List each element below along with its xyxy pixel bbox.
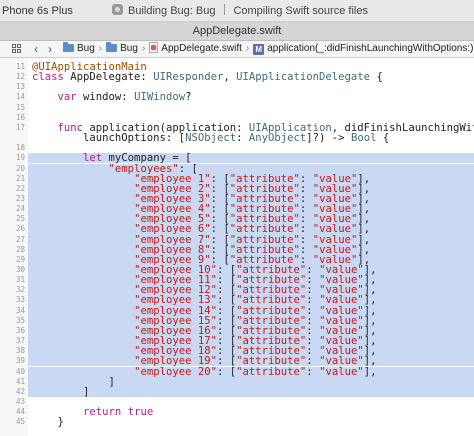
folder-icon	[63, 42, 74, 52]
chevron-right-icon: ›	[245, 43, 250, 54]
status-divider	[224, 4, 226, 15]
code-line[interactable]: 12 class AppDelegate: UIResponder, UIAppl…	[0, 71, 474, 84]
chevron-right-icon: ›	[141, 43, 146, 54]
line-number: 31	[15, 275, 25, 285]
jump-bar: ‹ › Bug › Bug › AppDelegate.swift › Mapplicati…	[0, 41, 474, 58]
line-number: 23	[15, 193, 25, 203]
line-number: 20	[15, 163, 25, 173]
line-number: 12	[15, 72, 25, 82]
forward-arrow-icon[interactable]: ›	[43, 41, 57, 57]
line-number: 44	[15, 407, 25, 417]
line-number: 13	[15, 82, 25, 92]
code-line[interactable]: 14 var window: UIWindow?	[0, 91, 474, 104]
line-number: 24	[15, 204, 25, 214]
line-number: 17	[15, 122, 25, 132]
method-icon: M	[253, 44, 265, 55]
folder-icon	[106, 42, 118, 52]
line-number: 27	[15, 234, 25, 244]
code-line[interactable]: 42 ]	[0, 386, 474, 397]
line-number: 32	[15, 285, 25, 295]
swift-file-icon	[149, 42, 159, 53]
tab-title: AppDelegate.swift	[192, 25, 282, 37]
line-number: 38	[15, 346, 25, 356]
line-number: 36	[15, 325, 25, 335]
line-number: 41	[15, 376, 25, 386]
line-number: 43	[15, 396, 25, 406]
status-activity: Compiling Swift source files	[233, 5, 368, 17]
code-line[interactable]: 15	[0, 103, 474, 113]
code-text: return true	[83, 406, 154, 419]
line-number: 11	[15, 62, 25, 71]
code-line[interactable]: 44 return true	[0, 406, 474, 419]
line-number: 18	[15, 143, 25, 153]
line-number: 19	[15, 153, 25, 163]
jumpbar-item-group[interactable]: Bug	[106, 42, 138, 54]
code-editor[interactable]: 11 @UIApplicationMain 12 class AppDelegate:…	[0, 58, 474, 436]
code-line[interactable]: 19 let myCompany = [	[0, 153, 474, 164]
chevron-right-icon: ›	[98, 43, 103, 54]
line-number: 37	[15, 336, 25, 346]
code-text: class AppDelegate: UIResponder, UIApplic…	[32, 71, 383, 84]
line-number: 14	[15, 92, 25, 102]
line-number: 28	[15, 244, 25, 254]
line-number: 25	[15, 214, 25, 224]
line-number: 40	[15, 366, 25, 376]
line-number: 39	[15, 356, 25, 366]
xcode-window: Phone 6s Plus Building Bug: Bug Compiling…	[0, 0, 474, 436]
line-number: 22	[15, 183, 25, 193]
code-text: let myCompany = [	[28, 153, 474, 164]
code-text: var window: UIWindow?	[57, 91, 192, 104]
line-number: 21	[15, 173, 25, 183]
related-items-grid-icon[interactable]	[12, 44, 22, 54]
app-icon	[112, 4, 123, 15]
line-number: 30	[15, 265, 25, 274]
code-line[interactable]: launchOptions: [NSObject: AnyObject]?) -…	[0, 132, 474, 145]
jumpbar-item-file[interactable]: AppDelegate.swift	[149, 42, 242, 54]
activity-status: Building Bug: Bug Compiling Swift source …	[112, 3, 472, 19]
line-number: 42	[15, 386, 25, 396]
code-text: }	[32, 416, 64, 429]
line-number: 35	[15, 315, 25, 325]
toolbar: Phone 6s Plus Building Bug: Bug Compiling…	[0, 0, 474, 22]
code-line[interactable]: 45 }	[0, 416, 474, 429]
code-text: ]	[28, 376, 474, 387]
code-text: ]	[28, 386, 474, 397]
line-number: 15	[15, 102, 25, 112]
jumpbar-item-project[interactable]: Bug	[63, 42, 95, 54]
line-number: 34	[15, 305, 25, 315]
line-number: 33	[15, 295, 25, 305]
code-text: launchOptions: [NSObject: AnyObject]?) -…	[32, 132, 390, 145]
status-project: Building Bug: Bug	[128, 5, 216, 17]
back-arrow-icon[interactable]: ‹	[29, 41, 43, 57]
tab-appdelegate[interactable]: AppDelegate.swift	[0, 22, 474, 41]
line-number: 29	[15, 254, 25, 264]
line-number: 45	[15, 417, 25, 427]
jumpbar-path: Bug › Bug › AppDelegate.swift › Mapplication(_…	[63, 41, 473, 57]
line-number: 26	[15, 224, 25, 234]
line-number: 16	[15, 112, 25, 122]
jumpbar-item-method[interactable]: Mapplication(_:didFinishLaunchingWithOpt…	[253, 43, 473, 55]
scheme-destination[interactable]: Phone 6s Plus	[0, 3, 73, 19]
